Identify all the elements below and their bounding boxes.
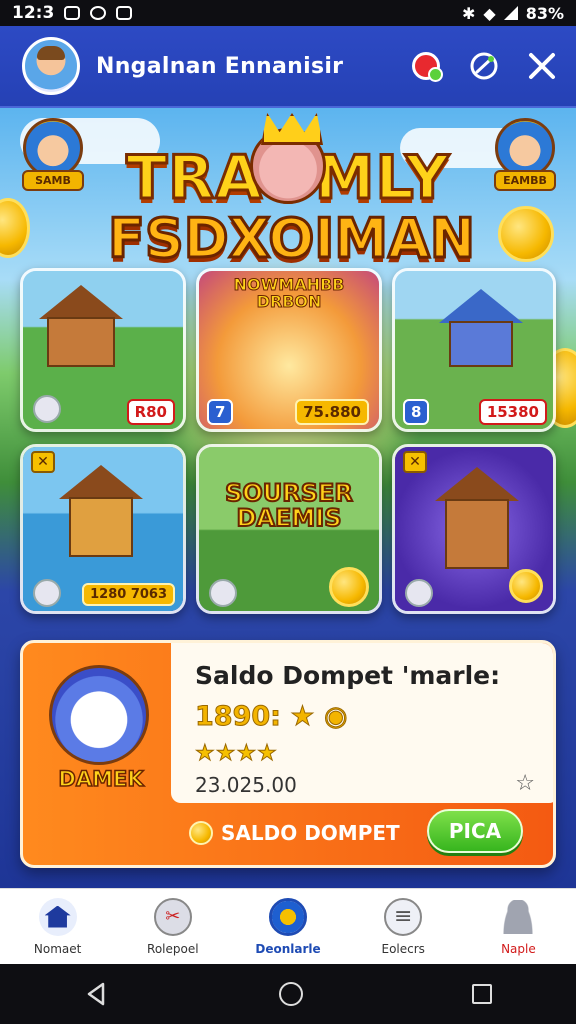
notification-button[interactable] <box>408 48 444 84</box>
nav-item-label: Naple <box>501 941 536 956</box>
mascot-head-icon <box>250 128 326 204</box>
mascot-label: DAMEK <box>58 766 145 792</box>
coin-bag-icon: ◉ <box>323 701 348 733</box>
home-icon <box>38 897 77 936</box>
hut-roof <box>39 285 123 319</box>
chip-icon <box>209 579 237 607</box>
tile-badge-left: 7 <box>207 399 234 425</box>
hut-roof <box>435 467 519 501</box>
game-tile[interactable]: 8 15380 <box>392 268 556 432</box>
wallet-stars: ★★★★ <box>195 741 278 767</box>
wallet-panel: Saldo Dompet 'marle: 1890: ★ ◉ ★★★★ 23.0… <box>171 643 553 803</box>
character-avatar-icon <box>23 118 83 178</box>
chip-icon <box>33 579 61 607</box>
corner-badge-label: EAMBB <box>494 170 556 191</box>
check-icon: ✕ <box>403 451 427 473</box>
tile-badge-right: 1280 7063 <box>82 583 175 606</box>
hut <box>445 499 509 569</box>
nav-item-label: Eolecrs <box>381 941 425 956</box>
game-logo-line2: FSDXOIMAN <box>107 207 477 270</box>
hut <box>47 317 115 367</box>
tile-title: SOURSER DAEMIS <box>224 479 354 533</box>
favorite-star-icon[interactable]: ☆ <box>515 771 535 796</box>
nav-item-list[interactable]: Eolecrs <box>346 889 461 964</box>
status-bar: 12:3 ✱ ◆ 83% <box>0 0 576 26</box>
bluetooth-icon: ✱ <box>461 3 476 23</box>
coin-icon <box>498 206 554 262</box>
tile-badge-right: 75.880 <box>295 399 369 425</box>
wallet-card: DAMEK Saldo Dompet 'marle: 1890: ★ ◉ ★★★… <box>20 640 556 868</box>
coin-icon <box>0 198 30 258</box>
wallet-amount-value: 1890: <box>195 701 282 733</box>
share-button[interactable] <box>466 48 502 84</box>
share-icon <box>470 52 498 80</box>
home-circle-icon[interactable] <box>278 982 303 1006</box>
nav-item-games[interactable]: Rolepoel <box>115 889 230 964</box>
hut-roof <box>439 289 523 323</box>
game-tile[interactable]: ✕ <box>392 444 556 614</box>
avatar[interactable] <box>22 37 80 95</box>
tile-badge-left: 8 <box>403 399 430 425</box>
hut <box>449 321 513 367</box>
coin-icon <box>509 569 543 603</box>
chip-icon <box>405 579 433 607</box>
close-button[interactable] <box>524 48 560 84</box>
app-title: Nngalnan Ennanisir <box>96 53 344 79</box>
check-icon: ✕ <box>31 451 55 473</box>
system-nav-bar <box>0 964 576 1024</box>
corner-badge-left[interactable]: SAMB <box>18 118 88 191</box>
mascot-icon <box>49 665 149 765</box>
notification-icon <box>64 6 81 20</box>
nav-item-label: Nomaet <box>33 941 82 956</box>
tile-badge-right: 15380 <box>478 399 547 425</box>
signal-icon <box>503 6 518 20</box>
nav-item-home[interactable]: Nomaet <box>0 889 115 964</box>
game-tile[interactable]: ✕ 1280 7063 <box>20 444 186 614</box>
hut-roof <box>59 465 143 499</box>
bottom-nav: Nomaet Rolepoel Deonlarle Eolecrs Naple <box>0 888 576 964</box>
corner-badge-label: SAMB <box>22 170 84 191</box>
nav-item-center[interactable]: Deonlarle <box>230 889 345 964</box>
game-tile[interactable]: SOURSER DAEMIS <box>196 444 382 614</box>
app-header: Nngalnan Ennanisir <box>0 26 576 108</box>
tile-subtitle: NOWMAHBB DRBON <box>233 275 345 311</box>
user-icon <box>499 898 537 936</box>
corner-badge-right[interactable]: EAMBB <box>490 118 560 191</box>
play-button[interactable]: PICA <box>427 809 523 853</box>
recents-icon[interactable] <box>471 984 492 1004</box>
coin-icon <box>329 567 369 607</box>
character-avatar-icon <box>495 118 555 178</box>
saldo-label-text: SALDO DOMPET <box>221 821 400 845</box>
notification-bell-icon <box>412 52 443 82</box>
chip-icon <box>33 395 61 423</box>
wallet-heading: Saldo Dompet 'marle: <box>195 661 501 690</box>
wifi-icon: ◆ <box>483 3 496 23</box>
nav-item-label: Deonlarle <box>255 941 321 956</box>
game-tile[interactable]: R80 <box>20 268 186 432</box>
tile-badge-right: R80 <box>126 399 175 425</box>
star-icon: ★ <box>290 701 315 733</box>
game-icon <box>153 897 192 936</box>
sync-icon <box>90 6 107 20</box>
battery-level: 83% <box>525 3 564 23</box>
close-icon <box>529 53 555 79</box>
wallet-balance: 23.025.00 <box>195 773 297 797</box>
back-icon[interactable] <box>84 981 110 1007</box>
wallet-amount: 1890: ★ ◉ <box>195 701 349 733</box>
game-tile[interactable]: NOWMAHBB DRBON 7 75.880 <box>196 268 382 432</box>
nav-item-label: Rolepoel <box>147 941 199 956</box>
center-action-icon <box>269 897 307 936</box>
hut <box>69 497 133 557</box>
saldo-label: SALDO DOMPET <box>189 821 400 845</box>
nav-item-profile[interactable]: Naple <box>461 889 576 964</box>
image-icon <box>116 6 133 20</box>
list-icon <box>384 897 423 936</box>
status-time: 12:3 <box>12 3 55 23</box>
coin-icon <box>189 821 213 845</box>
